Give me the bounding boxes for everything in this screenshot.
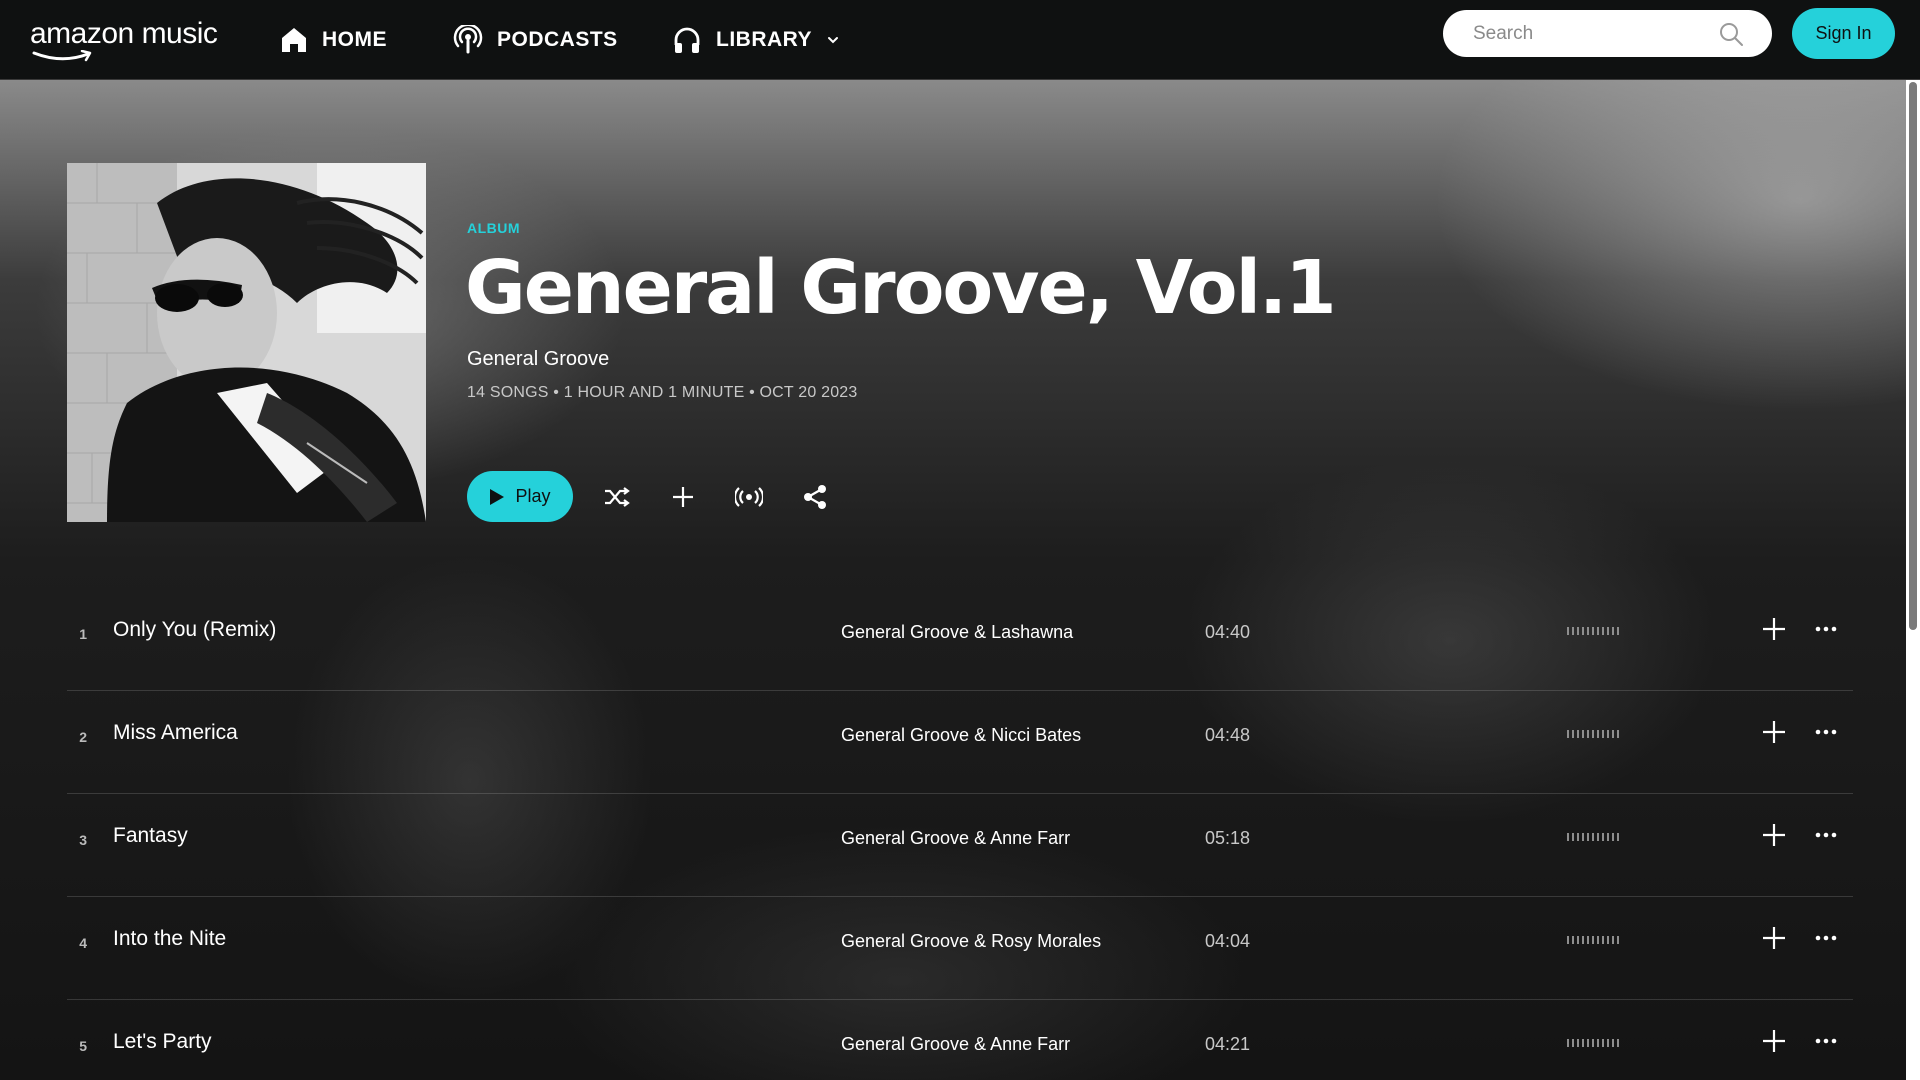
album-cover[interactable] <box>67 163 426 522</box>
track-artist[interactable]: General Groove & Rosy Morales <box>841 929 1101 953</box>
album-actions: Play <box>467 471 835 522</box>
search-box[interactable] <box>1443 10 1772 57</box>
nav-library-label: LIBRARY <box>716 28 813 51</box>
search-icon[interactable] <box>1718 21 1744 47</box>
track-number: 3 <box>79 832 87 848</box>
shuffle-icon <box>605 486 630 507</box>
track-number: 4 <box>79 935 87 951</box>
track-row[interactable]: 4 Into the Nite General Groove & Rosy Mo… <box>67 897 1853 1000</box>
track-number: 5 <box>79 1038 87 1054</box>
track-title[interactable]: Only You (Remix) <box>113 616 276 644</box>
play-button[interactable]: Play <box>467 471 573 522</box>
headphones-icon <box>674 27 700 53</box>
play-button-label: Play <box>515 486 551 506</box>
logo-smile-icon <box>32 50 92 62</box>
track-duration: 04:48 <box>1205 725 1251 745</box>
waveform-icon <box>1567 934 1619 946</box>
nav-library[interactable]: LIBRARY <box>672 20 840 60</box>
track-duration: 04:21 <box>1205 1034 1251 1054</box>
logo-text: amazon music <box>30 17 218 50</box>
waveform-icon <box>1567 728 1619 740</box>
amazon-music-logo[interactable]: amazon music <box>30 16 220 62</box>
track-row[interactable]: 5 Let's Party General Groove & Anne Farr… <box>67 1000 1853 1080</box>
podcast-icon <box>453 25 483 54</box>
play-icon <box>490 488 505 505</box>
album-type-label: ALBUM <box>467 220 521 236</box>
track-number: 1 <box>79 626 87 642</box>
share-button[interactable] <box>795 477 835 517</box>
track-artist[interactable]: General Groove & Lashawna <box>841 620 1073 644</box>
nav-home[interactable]: HOME <box>280 20 387 60</box>
nav-home-label: HOME <box>322 28 387 51</box>
add-track-icon[interactable] <box>1761 1028 1787 1054</box>
scrollbar[interactable] <box>1906 80 1920 1080</box>
chevron-down-icon <box>828 37 839 44</box>
waveform-icon <box>1567 625 1619 637</box>
track-title[interactable]: Fantasy <box>113 822 188 850</box>
top-nav-bar: amazon music HOME PODCASTS LIBRARY Searc… <box>0 0 1920 80</box>
track-title[interactable]: Let's Party <box>113 1028 212 1056</box>
album-meta: 14 SONGS • 1 HOUR AND 1 MINUTE • OCT 20 … <box>467 384 858 401</box>
track-duration: 05:18 <box>1205 828 1251 848</box>
broadcast-icon <box>735 486 763 507</box>
track-row[interactable]: 1 Only You (Remix) General Groove & Lash… <box>67 588 1853 691</box>
more-options-icon[interactable] <box>1813 719 1839 745</box>
home-icon <box>282 28 306 52</box>
track-artist[interactable]: General Groove & Anne Farr <box>841 826 1070 850</box>
radio-button[interactable] <box>729 477 769 517</box>
nav-podcasts[interactable]: PODCASTS <box>453 20 618 60</box>
track-list: 1 Only You (Remix) General Groove & Lash… <box>67 588 1853 1080</box>
waveform-icon <box>1567 831 1619 843</box>
add-track-icon[interactable] <box>1761 719 1787 745</box>
track-row[interactable]: 2 Miss America General Groove & Nicci Ba… <box>67 691 1853 794</box>
add-track-icon[interactable] <box>1761 822 1787 848</box>
more-options-icon[interactable] <box>1813 616 1839 642</box>
shuffle-button[interactable] <box>597 477 637 517</box>
track-duration: 04:04 <box>1205 931 1251 951</box>
track-artist[interactable]: General Groove & Anne Farr <box>841 1032 1070 1056</box>
share-icon <box>804 484 826 509</box>
track-artist[interactable]: General Groove & Nicci Bates <box>841 723 1081 747</box>
search-input[interactable] <box>1473 22 1718 45</box>
nav-podcasts-label: PODCASTS <box>497 28 618 51</box>
sign-in-button[interactable]: Sign In <box>1792 8 1895 59</box>
add-track-icon[interactable] <box>1761 925 1787 951</box>
more-options-icon[interactable] <box>1813 822 1839 848</box>
add-to-library-button[interactable] <box>663 477 703 517</box>
plus-icon <box>673 486 693 507</box>
waveform-icon <box>1567 1037 1619 1049</box>
more-options-icon[interactable] <box>1813 1028 1839 1054</box>
track-title[interactable]: Miss America <box>113 719 238 747</box>
track-row[interactable]: 3 Fantasy General Groove & Anne Farr 05:… <box>67 794 1853 897</box>
scrollbar-thumb[interactable] <box>1909 82 1917 630</box>
add-track-icon[interactable] <box>1761 616 1787 642</box>
album-artist-link[interactable]: General Groove <box>467 348 609 371</box>
track-duration: 04:40 <box>1205 622 1251 642</box>
track-title[interactable]: Into the Nite <box>113 925 226 953</box>
album-title: General Groove, Vol.1 <box>465 245 1337 331</box>
more-options-icon[interactable] <box>1813 925 1839 951</box>
track-number: 2 <box>79 729 87 745</box>
album-cover-art <box>67 163 426 522</box>
